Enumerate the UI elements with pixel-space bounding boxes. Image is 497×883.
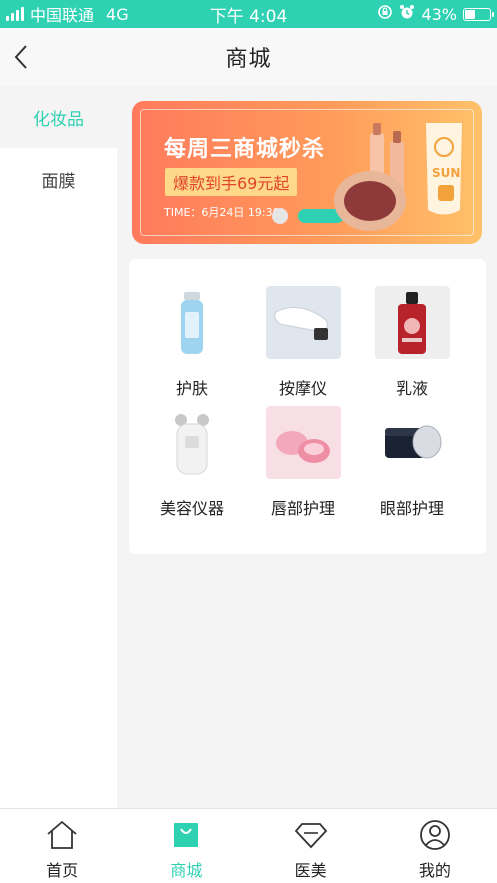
- battery-percent: 43%: [421, 4, 457, 24]
- carousel-dot[interactable]: [272, 208, 288, 224]
- banner-time: TIME：6月24日 19:30: [164, 206, 280, 219]
- category-label: 唇部护理: [270, 499, 335, 518]
- nav-bar: 商城: [0, 28, 497, 86]
- battery-fill: [465, 9, 475, 19]
- category-label: 眼部护理: [379, 499, 444, 518]
- category-skincare[interactable]: 护肤: [142, 286, 242, 399]
- tab-home[interactable]: 首页: [0, 809, 124, 883]
- back-button[interactable]: [6, 40, 36, 74]
- bottom-tab-bar: 首页 商城 医美 我的: [0, 808, 497, 883]
- tab-label: 首页: [46, 861, 79, 880]
- promo-banner[interactable]: 每周三商城秒杀 爆款到手69元起 TIME：6月24日 19:30 SUN: [132, 101, 482, 244]
- tab-profile[interactable]: 我的: [373, 809, 497, 883]
- network-type: 4G: [106, 4, 129, 24]
- sidebar-item-face-mask[interactable]: 面膜: [0, 148, 117, 210]
- diamond-icon: [294, 819, 328, 851]
- alarm-icon: [399, 4, 415, 24]
- category-eye-care[interactable]: 眼部护理: [362, 406, 462, 519]
- shopping-bag-icon: [169, 819, 203, 851]
- status-left: 中国联通 4G: [6, 2, 176, 26]
- sidebar-item-cosmetics[interactable]: 化妆品: [0, 86, 117, 148]
- category-label: 乳液: [395, 379, 428, 398]
- lotion-bottle-icon: [374, 286, 450, 359]
- tab-mall[interactable]: 商城: [124, 809, 248, 883]
- tab-medical-beauty[interactable]: 医美: [249, 809, 373, 883]
- category-label: 美容仪器: [159, 499, 224, 518]
- serum-bottle-icon: [154, 286, 230, 359]
- tab-label: 商城: [170, 861, 203, 880]
- svg-text:SUN: SUN: [432, 166, 460, 180]
- status-bar: 中国联通 4G 下午 4:04 43%: [0, 0, 497, 28]
- category-beauty-device[interactable]: 美容仪器: [142, 406, 242, 519]
- category-label: 护肤: [175, 379, 208, 398]
- status-time: 下午 4:04: [209, 6, 288, 27]
- page-title: 商城: [225, 47, 272, 72]
- signal-strength-icon: [6, 7, 24, 21]
- lip-balm-icon: [265, 406, 341, 479]
- cosmetics-products-image: SUN: [334, 123, 462, 231]
- tab-label: 我的: [418, 861, 451, 880]
- rotation-lock-icon: [377, 4, 393, 24]
- beauty-device-icon: [154, 406, 230, 479]
- carrier-name: 中国联通: [30, 6, 95, 25]
- status-right: 43%: [321, 4, 494, 24]
- category-lip-care[interactable]: 唇部护理: [253, 406, 353, 519]
- category-label: 按摩仪: [278, 379, 327, 398]
- user-icon: [418, 819, 452, 851]
- category-massager[interactable]: 按摩仪: [253, 286, 353, 399]
- banner-title: 每周三商城秒杀: [164, 137, 326, 162]
- category-sidebar: 化妆品 面膜: [0, 86, 117, 808]
- chevron-left-icon: [14, 45, 27, 69]
- banner-subtitle: 爆款到手69元起: [165, 168, 298, 196]
- category-grid: 护肤 按摩仪 乳液 美容仪器 唇部护理 眼部护理: [129, 259, 486, 554]
- battery-icon: [463, 7, 494, 21]
- category-lotion[interactable]: 乳液: [362, 286, 462, 399]
- eye-cream-jar-icon: [374, 406, 450, 479]
- massager-icon: [265, 286, 341, 359]
- home-icon: [45, 819, 79, 851]
- tab-label: 医美: [294, 861, 327, 880]
